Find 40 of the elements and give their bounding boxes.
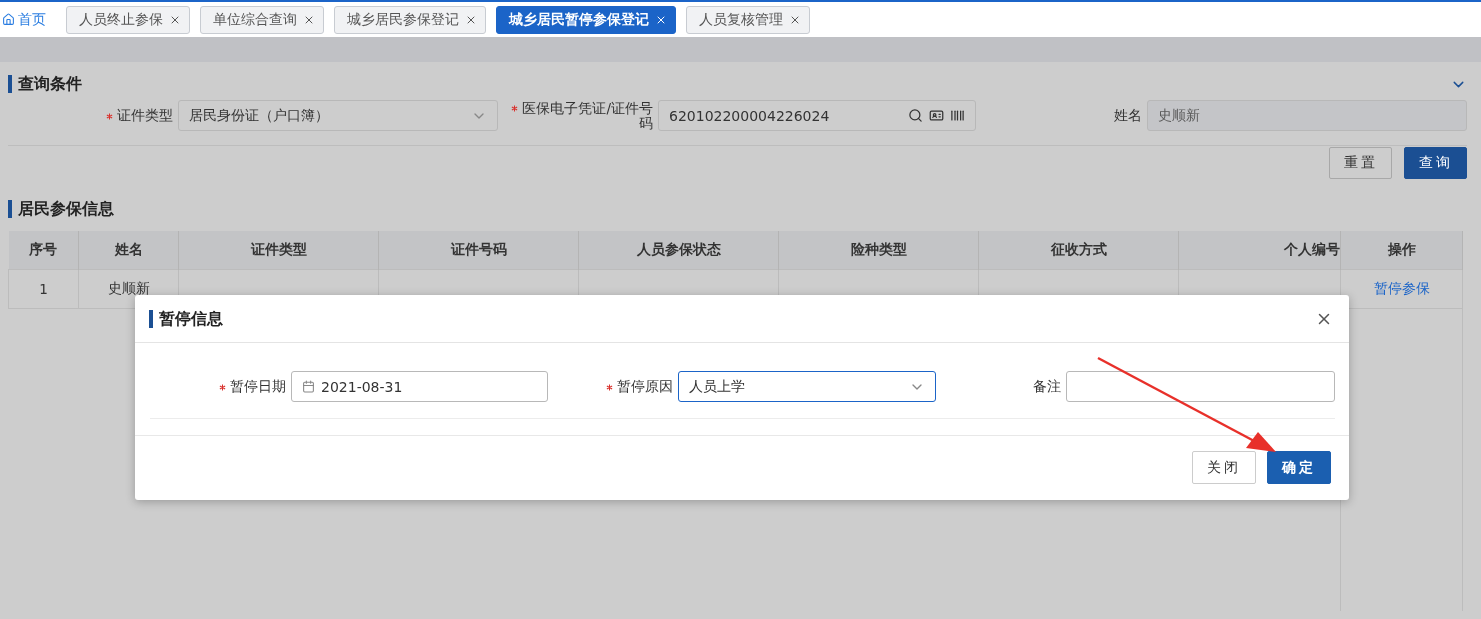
confirm-button[interactable]: 确定 — [1267, 451, 1331, 484]
date-field[interactable]: 2021-08-31 — [291, 371, 548, 402]
column-header: 个人编号 — [1178, 231, 1341, 270]
page-tab[interactable]: 人员终止参保 — [66, 5, 190, 34]
column-header: 证件类型 — [178, 231, 379, 270]
query-button[interactable]: 查询 — [1404, 147, 1467, 179]
id-card-icon[interactable] — [929, 108, 944, 123]
calendar-icon — [302, 380, 315, 393]
column-header: 操作 — [1340, 231, 1463, 270]
close-button[interactable]: 关闭 — [1192, 451, 1256, 484]
reset-button[interactable]: 重置 — [1329, 147, 1392, 179]
select-field[interactable]: 人员上学 — [678, 371, 936, 402]
page-tab[interactable]: 单位综合查询 — [200, 5, 324, 34]
column-header: 人员参保状态 — [578, 231, 779, 270]
field-label: 备注 — [1032, 379, 1062, 394]
select-field[interactable]: 居民身份证（户口簿） — [178, 100, 498, 131]
barcode-icon[interactable] — [950, 108, 965, 123]
suspend-link[interactable]: 暂停参保 — [1373, 280, 1430, 296]
field-label: 暂停日期 — [150, 379, 291, 394]
field-label: 暂停原因 — [548, 379, 678, 394]
home-icon — [2, 13, 15, 26]
table-cell: 1 — [8, 269, 79, 309]
field-label: 证件类型 — [8, 108, 178, 123]
input-field[interactable] — [1066, 371, 1335, 402]
home-tab[interactable]: 首页 — [2, 6, 56, 33]
section-title: 居民参保信息 — [8, 200, 114, 218]
page-tab[interactable]: 城乡居民参保登记 — [334, 5, 486, 34]
field-label: 姓名 — [1113, 108, 1143, 123]
dialog-title: 暂停信息 — [149, 309, 223, 328]
column-header: 证件号码 — [378, 231, 579, 270]
search-icon[interactable] — [908, 108, 923, 123]
column-header: 姓名 — [78, 231, 179, 270]
page-tab[interactable]: 城乡居民暂停参保登记 — [496, 5, 676, 34]
column-header: 征收方式 — [978, 231, 1179, 270]
page-tab[interactable]: 人员复核管理 — [686, 5, 810, 34]
input-field[interactable]: 620102200004226024 — [658, 100, 976, 131]
section-title: 查询条件 — [8, 75, 82, 93]
column-header: 险种类型 — [778, 231, 979, 270]
column-header: 序号 — [8, 231, 79, 270]
field-label: 医保电子凭证/证件号码 — [498, 100, 658, 131]
